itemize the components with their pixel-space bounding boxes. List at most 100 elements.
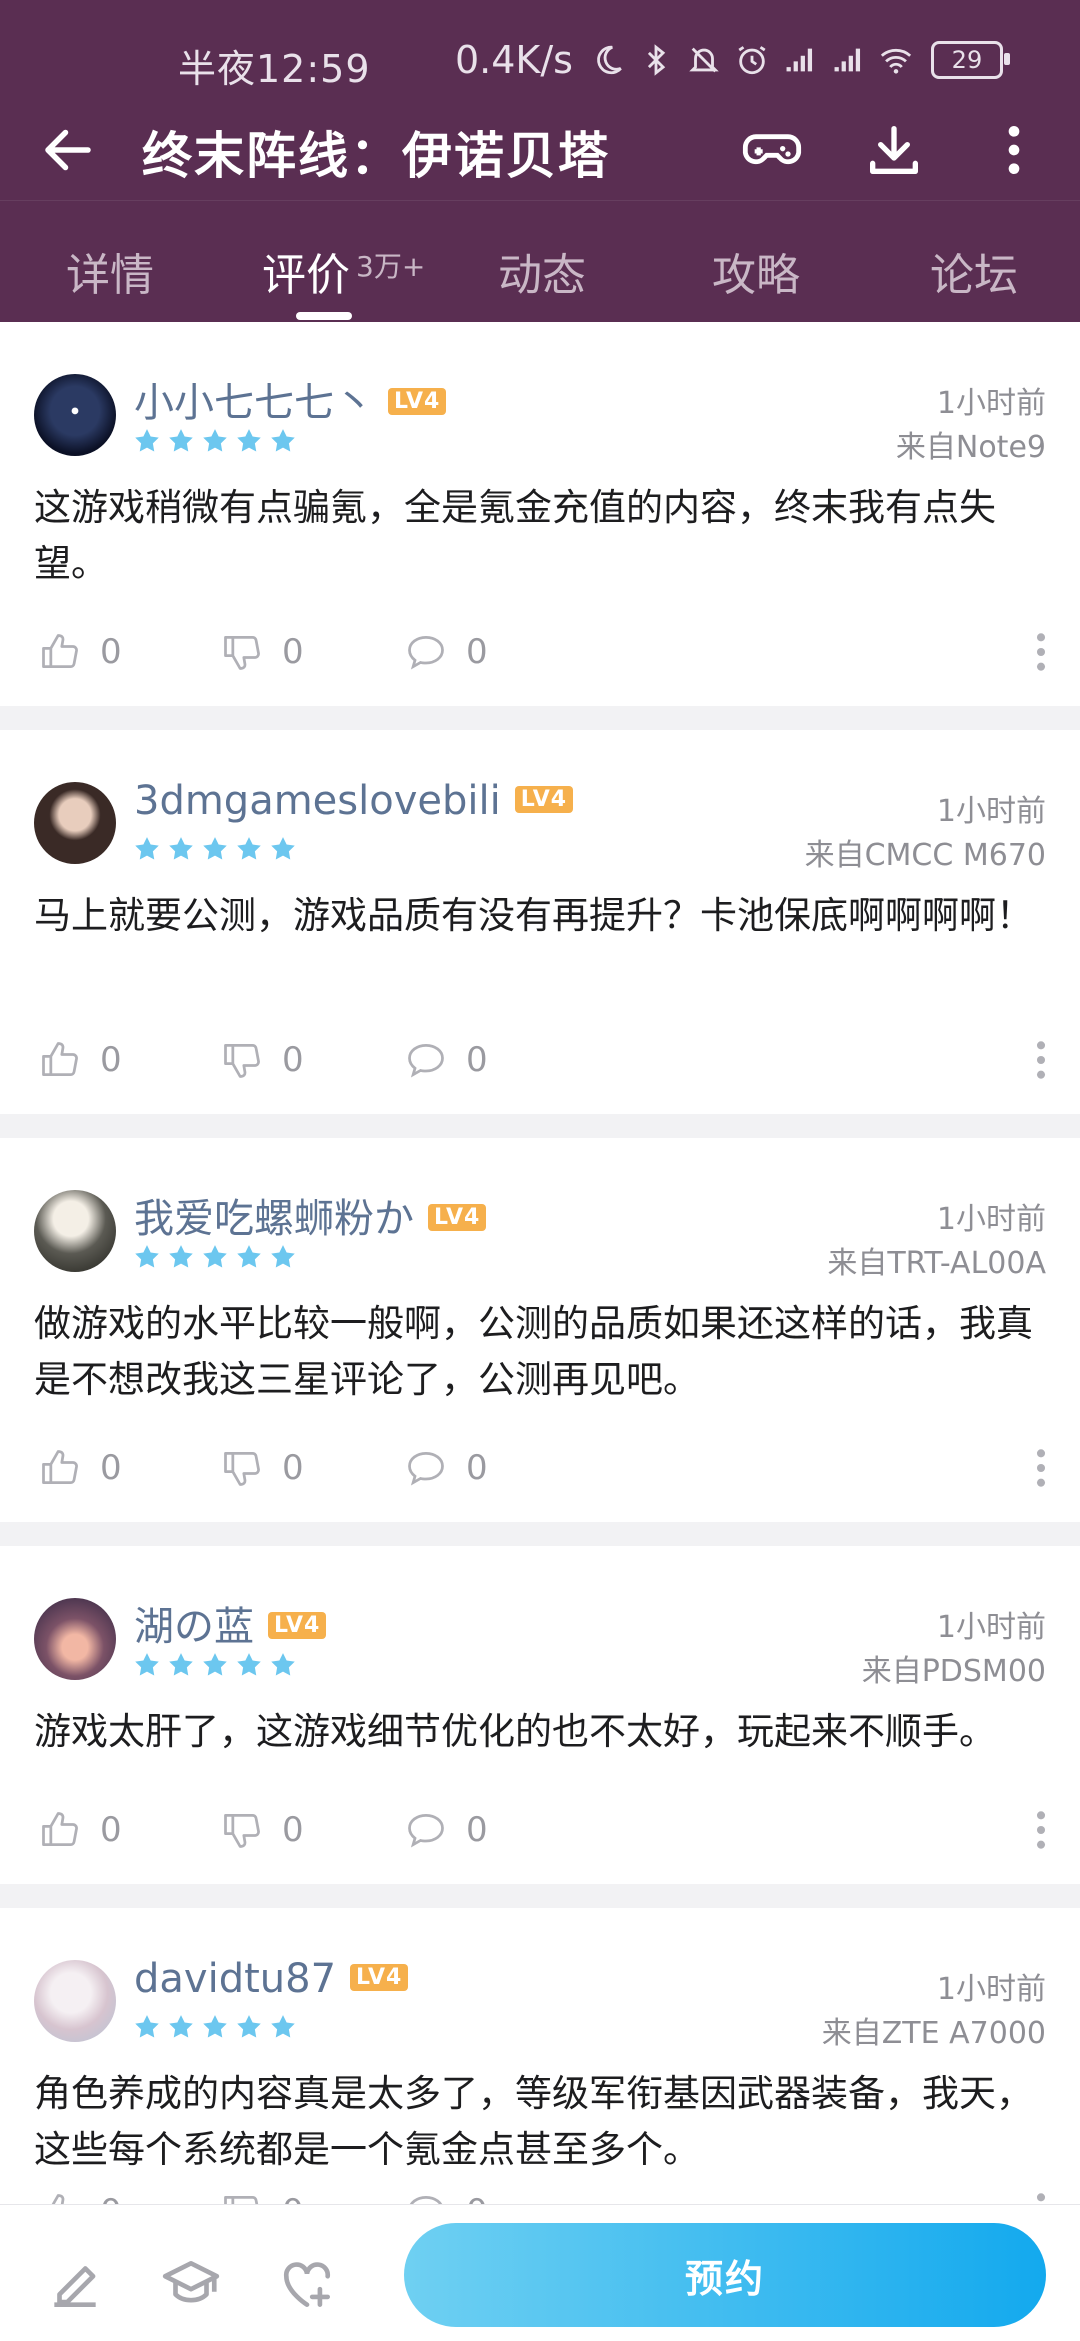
username-text: 3dmgameslovebili — [134, 778, 501, 824]
star-icon — [169, 429, 193, 452]
star-icon — [271, 837, 295, 860]
like-button[interactable]: 0 — [38, 1808, 122, 1852]
star-icon — [271, 1653, 295, 1676]
thumbs-up-icon — [42, 1042, 78, 1077]
star-icon — [135, 2015, 159, 2038]
review-device: 来自ZTE A7000 — [821, 2016, 1046, 2051]
star-icon — [237, 429, 261, 452]
moon-icon — [597, 45, 622, 75]
dislike-button[interactable]: 0 — [220, 1446, 304, 1490]
review-device: 来自PDSM00 — [861, 1654, 1046, 1689]
comment-icon — [408, 1043, 444, 1078]
review-time: 1小时前 — [936, 1972, 1046, 2007]
active-tab-indicator — [296, 312, 352, 320]
tab-reviews[interactable]: 评价 3万+ — [262, 239, 425, 303]
star-icon — [169, 837, 193, 860]
dislike-button[interactable]: 0 — [220, 630, 304, 674]
mute-bell-icon — [689, 47, 719, 73]
review-time: 1小时前 — [936, 386, 1046, 421]
card-more-icon[interactable] — [1034, 1808, 1048, 1852]
level-badge: LV4 — [514, 785, 574, 813]
review-text[interactable]: 游戏太肝了，这游戏细节优化的也不太好，玩起来不顺手。 — [34, 1704, 1050, 1760]
like-count: 0 — [100, 1040, 122, 1080]
review-card[interactable]: 我爱吃螺蛳粉か LV4 1小时前 来自TRT-AL00A 做游戏的水平比较一般啊，… — [0, 1138, 1080, 1522]
edit-pencil-icon[interactable] — [44, 2253, 106, 2315]
app-header: 半夜12:59 0.4K/s 29 终末阵线：伊诺贝塔 详情 评价 3万+ 动态 … — [0, 0, 1080, 322]
star-icon — [135, 837, 159, 860]
comment-button[interactable]: 0 — [404, 1446, 488, 1490]
review-text[interactable]: 做游戏的水平比较一般啊，公测的品质如果还这样的话，我真是不想改我这三星评论了，公… — [34, 1296, 1050, 1408]
back-arrow-icon[interactable] — [38, 120, 98, 180]
card-more-icon[interactable] — [1034, 630, 1048, 674]
graduation-cap-icon[interactable] — [160, 2253, 222, 2315]
star-icon — [237, 1245, 261, 1268]
username[interactable]: 3dmgameslovebili LV4 — [134, 778, 574, 824]
comment-button[interactable]: 0 — [404, 1808, 488, 1852]
thumbs-up-icon — [42, 1450, 78, 1485]
avatar[interactable] — [34, 782, 116, 864]
download-icon[interactable] — [862, 118, 926, 182]
review-time: 1小时前 — [936, 1202, 1046, 1237]
review-text[interactable]: 角色养成的内容真是太多了，等级军衔基因武器装备，我天，这些每个系统都是一个氪金点… — [34, 2066, 1050, 2178]
review-card[interactable]: 小小七七七丶 LV4 1小时前 来自Note9 这游戏稍微有点骗氪，全是氪金充值的… — [0, 322, 1080, 706]
tab-forum[interactable]: 论坛 — [930, 239, 1018, 303]
reserve-button[interactable]: 预约 — [404, 2223, 1046, 2327]
like-button[interactable]: 0 — [38, 630, 122, 674]
star-icon — [203, 429, 227, 452]
level-badge: LV4 — [350, 1963, 409, 1991]
like-button[interactable]: 0 — [38, 1446, 122, 1490]
comment-icon — [408, 1813, 444, 1848]
review-card[interactable]: 湖の蓝 LV4 1小时前 来自PDSM00 游戏太肝了，这游戏细节优化的也不太好，… — [0, 1546, 1080, 1884]
avatar[interactable] — [34, 1190, 116, 1272]
username[interactable]: 我爱吃螺蛳粉か LV4 — [134, 1186, 487, 1244]
comment-button[interactable]: 0 — [404, 630, 488, 674]
heart-plus-icon[interactable] — [276, 2253, 338, 2315]
star-icon — [135, 429, 159, 452]
review-time: 1小时前 — [936, 1610, 1046, 1645]
avatar[interactable] — [34, 1598, 116, 1680]
dislike-button[interactable]: 0 — [220, 1038, 304, 1082]
dislike-button[interactable]: 0 — [220, 1808, 304, 1852]
gamepad-icon[interactable] — [740, 118, 804, 182]
rating-stars — [132, 1242, 298, 1272]
rating-stars — [132, 834, 298, 864]
review-text[interactable]: 这游戏稍微有点骗氪，全是氪金充值的内容，终末我有点失望。 — [34, 480, 1050, 592]
tab-details[interactable]: 详情 — [66, 239, 154, 303]
star-icon — [169, 1245, 193, 1268]
star-icon — [203, 2015, 227, 2038]
dislike-count: 0 — [282, 1810, 304, 1850]
comment-button[interactable]: 0 — [404, 1038, 488, 1082]
comment-count: 0 — [466, 1448, 488, 1488]
review-text[interactable]: 马上就要公测，游戏品质有没有再提升？卡池保底啊啊啊啊！ — [34, 888, 1050, 944]
tab-bar: 详情 评价 3万+ 动态 攻略 论坛 — [0, 200, 1080, 323]
more-vertical-icon[interactable] — [982, 118, 1046, 182]
avatar[interactable] — [34, 1960, 116, 2042]
card-more-icon[interactable] — [1034, 1038, 1048, 1082]
username-text: 小小七七七丶 — [134, 380, 374, 426]
signal-hd-icon — [786, 48, 812, 72]
thumbs-down-icon — [224, 1813, 260, 1848]
star-icon — [169, 2015, 193, 2038]
username[interactable]: davidtu87 LV4 — [134, 1956, 409, 2002]
alarm-icon — [738, 46, 766, 75]
username[interactable]: 小小七七七丶 LV4 — [134, 370, 447, 428]
review-actions: 0 0 0 — [38, 1038, 1048, 1088]
username-text: davidtu87 — [134, 1956, 337, 2002]
tab-guides[interactable]: 攻略 — [712, 239, 800, 303]
avatar[interactable] — [34, 374, 116, 456]
review-actions: 0 0 0 — [38, 1446, 1048, 1496]
card-more-icon[interactable] — [1034, 1446, 1048, 1490]
username[interactable]: 湖の蓝 LV4 — [134, 1594, 327, 1652]
like-count: 0 — [100, 1810, 122, 1850]
review-card[interactable]: 3dmgameslovebili LV4 1小时前 来自CMCC M670 马上就… — [0, 730, 1080, 1114]
dislike-count: 0 — [282, 632, 304, 672]
review-device: 来自Note9 — [895, 430, 1046, 465]
review-count: 3万+ — [356, 250, 426, 283]
thumbs-up-icon — [42, 1812, 78, 1847]
like-button[interactable]: 0 — [38, 1038, 122, 1082]
battery-indicator: 29 — [930, 41, 1010, 79]
review-device: 来自TRT-AL00A — [827, 1246, 1046, 1281]
comment-count: 0 — [466, 1810, 488, 1850]
tab-news[interactable]: 动态 — [498, 239, 586, 303]
thumbs-down-icon — [224, 1451, 260, 1486]
